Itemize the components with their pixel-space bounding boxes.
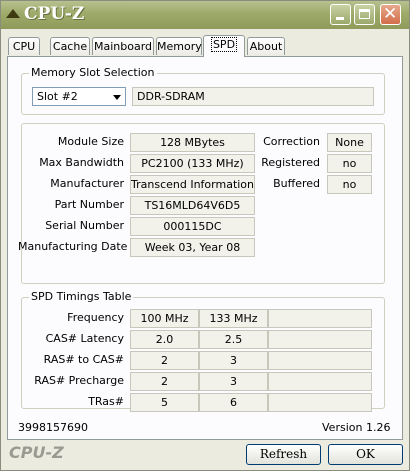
module-size-value: 128 MBytes: [130, 133, 255, 152]
timing-cell: 2: [130, 372, 199, 391]
chevron-down-icon: [113, 95, 121, 100]
timing-row-label: TRas#: [88, 395, 124, 408]
serial-number-value: 000115DC: [130, 217, 255, 236]
minimize-icon: [336, 17, 344, 20]
part-number-label: Part Number: [54, 198, 124, 211]
buffered-label: Buffered: [273, 177, 320, 190]
timing-cell-empty: [268, 393, 372, 412]
correction-value: None: [327, 133, 372, 152]
tab-mainboard[interactable]: Mainboard: [92, 37, 154, 55]
registered-value: no: [327, 154, 372, 173]
manufacturer-label: Manufacturer: [50, 177, 124, 190]
timing-cell: 2: [130, 351, 199, 370]
app-icon: [6, 9, 20, 18]
group-title: SPD Timings Table: [29, 290, 134, 303]
timing-cell: 3: [199, 351, 268, 370]
timing-cell: 5: [130, 393, 199, 412]
max-bandwidth-value: PC2100 (133 MHz): [130, 154, 255, 173]
manufacturing-date-label: Manufacturing Date: [18, 240, 128, 253]
manufacturer-value: Transcend Information: [130, 175, 255, 194]
minimize-button[interactable]: [330, 4, 351, 25]
timing-cell: 6: [199, 393, 268, 412]
module-size-label: Module Size: [57, 135, 124, 148]
tab-label: About: [249, 40, 283, 53]
tab-memory[interactable]: Memory: [156, 37, 202, 55]
tab-about[interactable]: About: [247, 37, 285, 55]
maximize-button[interactable]: [354, 4, 375, 25]
version-label: Version 1.26: [322, 421, 391, 434]
timing-row-label: RAS# to CAS#: [43, 353, 124, 366]
tab-cpu[interactable]: CPU: [8, 37, 40, 55]
timing-cell: 2.5: [199, 330, 268, 349]
correction-label: Correction: [263, 135, 320, 148]
part-number-value: TS16MLD64V6D5: [130, 196, 255, 215]
spd-panel: Memory Slot Selection Slot #2 DDR-SDRAM …: [7, 56, 403, 440]
registered-label: Registered: [261, 156, 320, 169]
tab-spd[interactable]: SPD: [203, 35, 245, 57]
serial-number-label: Serial Number: [45, 219, 124, 232]
maximize-icon: [359, 9, 370, 19]
timing-cell: 2.0: [130, 330, 199, 349]
timing-cell: 3: [199, 372, 268, 391]
id-number: 3998157690: [18, 421, 88, 434]
slot-select-value: Slot #2: [37, 90, 78, 103]
close-icon: ✕: [383, 4, 398, 24]
slot-select[interactable]: Slot #2: [32, 87, 126, 106]
refresh-button[interactable]: Refresh: [246, 444, 321, 465]
title-bar[interactable]: CPU-Z ✕: [1, 1, 409, 29]
tab-cache[interactable]: Cache: [50, 37, 90, 55]
ok-button[interactable]: OK: [328, 444, 403, 465]
tab-label: SPD: [210, 37, 238, 52]
manufacturing-date-value: Week 03, Year 08: [130, 238, 255, 257]
timing-row-label: CAS# Latency: [45, 332, 124, 345]
tab-label: Mainboard: [93, 40, 153, 53]
timing-cell: 100 MHz: [130, 309, 199, 328]
cpuz-brand-logo: CPU-Z: [9, 443, 64, 462]
timing-cell-empty: [268, 351, 372, 370]
timing-row-label: Frequency: [67, 311, 124, 324]
window-title: CPU-Z: [24, 4, 85, 24]
memory-type-field: DDR-SDRAM: [132, 87, 374, 106]
timing-cell-empty: [268, 330, 372, 349]
tab-label: Cache: [52, 40, 88, 53]
tab-label: CPU: [12, 40, 36, 53]
timing-cell-empty: [268, 372, 372, 391]
max-bandwidth-label: Max Bandwidth: [39, 156, 124, 169]
timing-cell-empty: [268, 309, 372, 328]
close-button[interactable]: ✕: [380, 4, 401, 25]
buffered-value: no: [327, 175, 372, 194]
group-title: Memory Slot Selection: [29, 66, 157, 79]
tab-label: Memory: [157, 40, 202, 53]
timing-cell: 133 MHz: [199, 309, 268, 328]
cpuz-window: CPU-Z ✕ CPU Cache Mainboard Memory SPD A…: [0, 0, 410, 471]
timing-row-label: RAS# Precharge: [34, 374, 124, 387]
